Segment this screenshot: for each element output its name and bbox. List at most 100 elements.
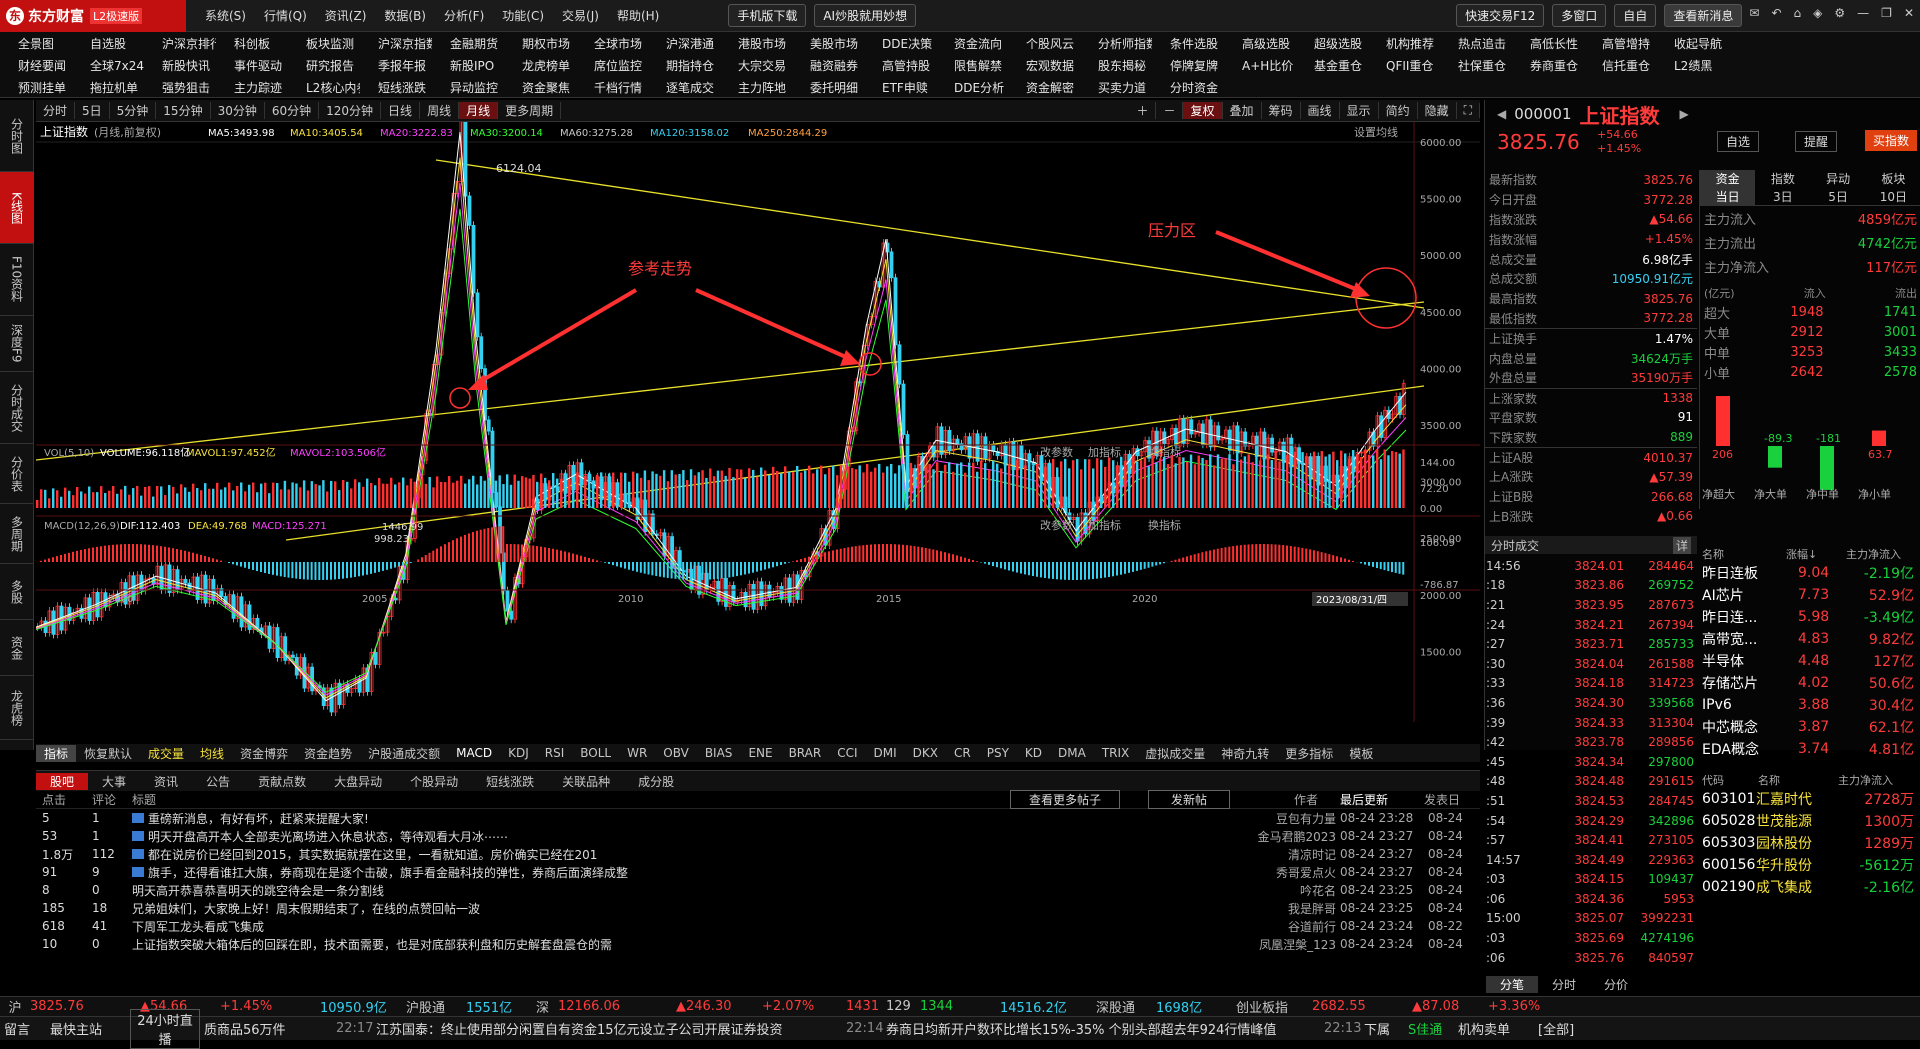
stock-code[interactable]: 603101 xyxy=(1702,791,1756,807)
tab-depth[interactable]: 深度F9 xyxy=(0,316,34,372)
back-icon[interactable]: ↶ xyxy=(1771,6,1781,20)
indicator-tab[interactable]: BIAS xyxy=(697,746,741,760)
forum-row[interactable]: 61841下周军工龙头看成飞集成谷道前行08-24 23:2408-22 xyxy=(36,917,1480,935)
tab-intraday[interactable]: 分时图 xyxy=(0,100,34,172)
post-author[interactable]: 我是胖哥 xyxy=(1226,900,1336,917)
indicator-tab[interactable]: 恢复默认 xyxy=(76,745,140,762)
post-author[interactable]: 金马君鹏2023 xyxy=(1226,828,1336,845)
forum-row[interactable]: 531明天开盘高开本人全部卖光离场进入休息状态，等待观看大月冰⋯⋯金马君鹏202… xyxy=(36,827,1480,845)
indicator-tab[interactable]: 均线 xyxy=(192,745,232,762)
stock-row[interactable]: 600156华升股份-5612万 xyxy=(1702,854,1920,876)
nav-link[interactable]: DDE分析 xyxy=(936,79,1008,96)
nav-link[interactable]: DDE决策 xyxy=(864,35,936,52)
stock-name[interactable]: 世茂能源 xyxy=(1756,811,1848,831)
stock-name[interactable]: 汇嘉时代 xyxy=(1756,789,1848,809)
stock-code[interactable]: 002190 xyxy=(1702,879,1756,895)
nav-link[interactable]: 限售解禁 xyxy=(936,57,1008,74)
nav-link[interactable]: 高级选股 xyxy=(1224,35,1296,52)
indicator-tab[interactable]: OBV xyxy=(655,746,697,760)
fund-tab[interactable]: 板块 xyxy=(1866,170,1920,188)
nav-link[interactable]: 融资融券 xyxy=(792,57,864,74)
tab-kline[interactable]: K线图 xyxy=(0,172,34,244)
nav-link[interactable]: 高管增持 xyxy=(1584,35,1656,52)
nav-link[interactable]: 席位监控 xyxy=(576,57,648,74)
maximize-icon[interactable]: ❐ xyxy=(1881,6,1892,20)
tab-funds[interactable]: 资金 xyxy=(0,620,34,676)
period-day[interactable]: 日线 xyxy=(381,102,420,119)
nav-link[interactable]: 超级选股 xyxy=(1296,35,1368,52)
nav-link[interactable]: 热点追击 xyxy=(1440,35,1512,52)
new-post-button[interactable]: 发新帖 xyxy=(1148,790,1230,809)
next-stock-icon[interactable]: ▶ xyxy=(1680,107,1689,121)
overlay-button[interactable]: 叠加 xyxy=(1223,102,1262,119)
post-author[interactable]: 秀哥爱点火 xyxy=(1226,864,1336,881)
indicator-tab[interactable]: BOLL xyxy=(572,746,619,760)
nav-link[interactable]: QFII重仓 xyxy=(1368,57,1440,74)
post-author[interactable]: 吟花名 xyxy=(1226,882,1336,899)
stock-row[interactable]: 002190成飞集成-2.16亿 xyxy=(1702,876,1920,898)
indicator-tab[interactable]: PSY xyxy=(979,746,1017,760)
forum-tab[interactable]: 股吧 xyxy=(36,773,88,790)
sector-row[interactable]: IPv63.8830.4亿 xyxy=(1702,694,1920,716)
menu-system[interactable]: 系统(S) xyxy=(196,7,255,24)
forum-row[interactable]: 80明天高开恭喜恭喜明天的跳空待会是一条分割线吟花名08-24 23:2508-… xyxy=(36,881,1480,899)
stock-name[interactable]: 成飞集成 xyxy=(1756,877,1848,897)
fund-tab[interactable]: 指数 xyxy=(1755,170,1810,188)
news-item-1[interactable]: 质商品56万件 xyxy=(200,1019,336,1038)
stock-code[interactable]: 605028 xyxy=(1702,813,1756,829)
nav-link[interactable]: 委托明细 xyxy=(792,79,864,96)
minimize-icon[interactable]: — xyxy=(1857,6,1869,20)
tab-multi-stock[interactable]: 多股 xyxy=(0,564,34,620)
live-button[interactable]: 24小时直播 xyxy=(130,1009,200,1049)
nav-link[interactable]: L2绩黑 xyxy=(1656,57,1728,74)
indicator-tab[interactable]: BRAR xyxy=(781,746,830,760)
indicator-tab[interactable]: DMA xyxy=(1050,746,1094,760)
nav-link[interactable]: 逐笔成交 xyxy=(648,79,720,96)
stock-row[interactable]: 603101汇嘉时代2728万 xyxy=(1702,788,1920,810)
indicator-tab[interactable]: CR xyxy=(946,746,979,760)
nav-link[interactable]: 沪深京排行 xyxy=(144,35,216,52)
nav-link[interactable]: 全球7x24 xyxy=(72,57,144,74)
nav-link[interactable]: 资金解密 xyxy=(1008,79,1080,96)
vol-add-indicator-button[interactable]: 加指标 xyxy=(1088,445,1121,459)
fullscreen-icon[interactable]: ⛶ xyxy=(1457,103,1480,118)
nav-link[interactable]: 资金流向 xyxy=(936,35,1008,52)
forum-tab[interactable]: 贡献点数 xyxy=(244,773,320,790)
ai-button[interactable]: AI炒股就用妙想 xyxy=(814,4,916,27)
nav-link[interactable]: 季报年报 xyxy=(360,57,432,74)
indicator-tab[interactable]: CCI xyxy=(829,746,865,760)
indicator-tab[interactable]: 资金趋势 xyxy=(296,745,360,762)
nav-link[interactable]: ETF申赎 xyxy=(864,79,936,96)
zoom-in-button[interactable]: ＋ xyxy=(1129,102,1156,119)
nav-link[interactable]: L2核心内参 xyxy=(288,79,360,96)
header-updated[interactable]: 最后更新 xyxy=(1340,791,1388,808)
menu-function[interactable]: 功能(C) xyxy=(493,7,553,24)
period-more[interactable]: 更多周期 xyxy=(498,102,561,119)
zoom-out-button[interactable]: － xyxy=(1156,102,1183,119)
nav-link[interactable]: 分析师指数 xyxy=(1080,35,1152,52)
post-title[interactable]: 都在说房价已经回到2015，其实数据就摆在这里，一看就知道。房价确实已经在201 xyxy=(148,846,1008,863)
nav-link[interactable]: 自选股 xyxy=(72,35,144,52)
tab-dragon-tiger[interactable]: 龙虎榜 xyxy=(0,676,34,740)
post-author[interactable]: 谷道前行 xyxy=(1226,918,1336,935)
stock-code[interactable]: 600156 xyxy=(1702,857,1756,873)
tab-ticks[interactable]: 分时成交 xyxy=(0,372,34,444)
sector-name[interactable]: 存储芯片 xyxy=(1702,673,1798,693)
forum-tab[interactable]: 大事 xyxy=(88,773,140,790)
menu-news[interactable]: 资讯(Z) xyxy=(316,7,376,24)
nav-link[interactable]: 全景图 xyxy=(0,35,72,52)
indicator-tab[interactable]: 虚拟成交量 xyxy=(1137,745,1213,762)
indicator-tab[interactable]: 成交量 xyxy=(140,745,192,762)
indicator-tab[interactable]: 模板 xyxy=(1341,745,1381,762)
tab-f10[interactable]: F10资料 xyxy=(0,244,34,316)
nav-link[interactable]: 研究报告 xyxy=(288,57,360,74)
nav-link[interactable]: 预测挂单 xyxy=(0,79,72,96)
indicator-tab[interactable]: 资金博弈 xyxy=(232,745,296,762)
nav-link[interactable]: 高低长性 xyxy=(1512,35,1584,52)
multi-window-button[interactable]: 多窗口 xyxy=(1552,4,1606,27)
forum-tab[interactable]: 个股异动 xyxy=(396,773,472,790)
stock-code[interactable]: 605303 xyxy=(1702,835,1756,851)
tab-multi-period[interactable]: 多周期 xyxy=(0,504,34,564)
forum-row[interactable]: 1.8万112都在说房价已经回到2015，其实数据就摆在这里，一看就知道。房价确… xyxy=(36,845,1480,863)
stock-name[interactable]: 园林股份 xyxy=(1756,833,1848,853)
